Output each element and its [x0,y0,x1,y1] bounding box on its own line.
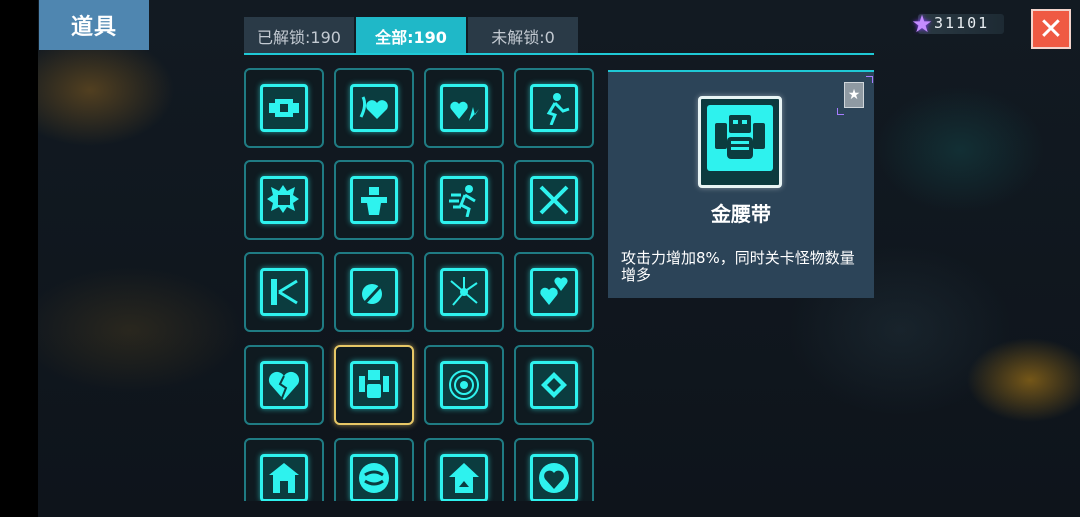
broken-heart-icon [260,361,308,409]
sword-ball-icon [350,268,398,316]
target-rings-icon [440,361,488,409]
swirl-icon [350,454,398,501]
item-slot[interactable] [424,252,504,332]
item-slot[interactable] [334,68,414,148]
item-grid[interactable] [244,68,596,501]
item-slot[interactable] [514,252,594,332]
currency-display: ★ 31101 [910,12,1006,38]
corner-mark [837,108,844,115]
puzzle-block-icon [260,84,308,132]
crossed-swords-icon [530,176,578,224]
close-button[interactable]: ✕ [1031,9,1071,49]
item-slot[interactable] [244,160,324,240]
tab-all[interactable]: 全部:190 [356,17,466,54]
double-heart-icon [530,268,578,316]
heart-curl-icon [350,84,398,132]
left-edge [0,0,38,517]
page-title: 道具 [39,0,149,50]
star-network-icon [440,268,488,316]
item-slot[interactable] [514,345,594,425]
running-man-icon [530,84,578,132]
filter-tabs: 已解锁:190 全部:190 未解锁:0 [244,17,580,54]
item-slot[interactable] [244,345,324,425]
tab-locked[interactable]: 未解锁:0 [468,17,578,54]
item-slot[interactable] [244,438,324,501]
tab-unlocked[interactable]: 已解锁:190 [244,17,354,54]
corner-mark [866,76,873,83]
item-slot[interactable] [424,345,504,425]
house-icon [260,454,308,501]
gold-belt-icon [350,361,398,409]
flag-arrow-icon [260,268,308,316]
item-description: 攻击力增加8%，同时关卡怪物数量增多 [621,249,855,284]
star-badge-icon[interactable]: ★ [844,82,864,108]
sprint-icon [440,176,488,224]
star-gem-icon: ★ [911,10,933,38]
item-slot[interactable] [514,160,594,240]
item-slot[interactable] [424,438,504,501]
tab-underline [244,53,874,55]
item-slot[interactable] [334,438,414,501]
item-slot[interactable] [334,160,414,240]
diamond-arrows-icon [530,361,578,409]
gold-belt-icon [698,96,782,188]
currency-amount: 31101 [934,14,990,32]
heart-burst-icon [440,84,488,132]
item-slot[interactable] [244,252,324,332]
item-slot[interactable] [514,438,594,501]
fist-burst-icon [260,176,308,224]
item-slot[interactable] [424,68,504,148]
item-slot[interactable] [514,68,594,148]
item-slot[interactable] [244,68,324,148]
item-slot[interactable] [424,160,504,240]
item-slot[interactable] [334,345,414,425]
shield-heart-icon [530,454,578,501]
item-detail-panel: ★ 金腰带 攻击力增加8%，同时关卡怪物数量增多 [608,70,874,298]
home-up-icon [440,454,488,501]
muscle-man-icon [350,176,398,224]
item-name: 金腰带 [711,202,771,226]
item-slot[interactable] [334,252,414,332]
